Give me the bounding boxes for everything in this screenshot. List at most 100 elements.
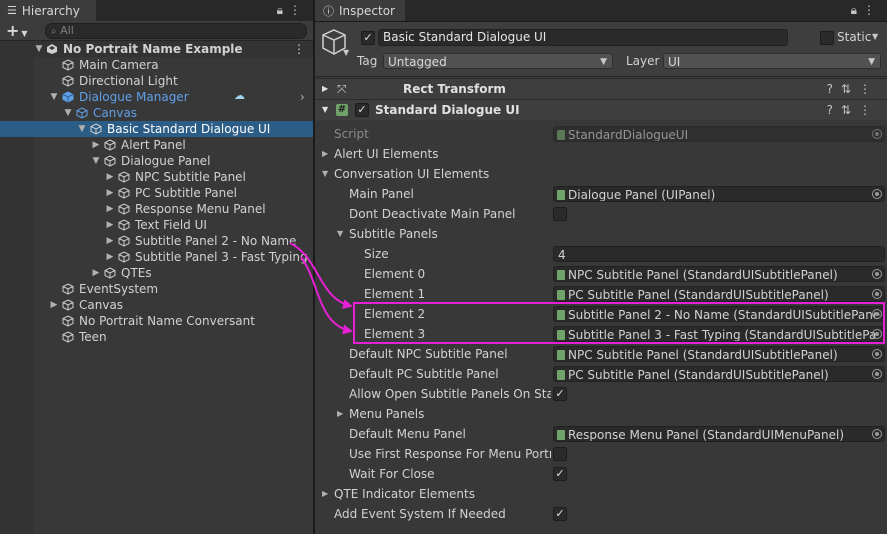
component-menu[interactable]: ?⇅⋮ — [827, 79, 879, 99]
property-label[interactable]: Conversation UI Elements — [334, 164, 551, 184]
expand-down-arrow-icon[interactable]: ▼ — [34, 41, 44, 57]
chevron-down-icon[interactable]: ▼ — [343, 48, 349, 57]
hierarchy-item-no-portrait-name-conversant[interactable]: No Portrait Name Conversant — [0, 313, 313, 329]
hierarchy-item-basic-standard-dialogue-ui[interactable]: ▼ Basic Standard Dialogue UI — [0, 121, 313, 137]
hierarchy-item-subtitle-panel-3-fast-typing[interactable]: ▶ Subtitle Panel 3 - Fast Typing — [0, 249, 313, 265]
expand-right-arrow-icon[interactable]: ▶ — [49, 297, 59, 313]
object-picker-icon[interactable] — [872, 349, 882, 359]
object-picker-icon[interactable] — [872, 189, 882, 199]
hierarchy-item-dialogue-panel[interactable]: ▼ Dialogue Panel — [0, 153, 313, 169]
create-button[interactable]: + ▼ — [6, 21, 28, 40]
object-field[interactable]: PC Subtitle Panel (StandardUISubtitlePan… — [553, 366, 885, 382]
expand-right-arrow-icon[interactable]: ▶ — [91, 137, 101, 153]
gameobject-cube-icon — [62, 299, 74, 311]
object-field[interactable]: NPC Subtitle Panel (StandardUISubtitlePa… — [553, 346, 885, 362]
object-field[interactable]: PC Subtitle Panel (StandardUISubtitlePan… — [553, 286, 885, 302]
component-menu[interactable]: ?⇅⋮ — [827, 100, 879, 120]
prefab-cube-icon — [76, 107, 88, 119]
inspector-tab[interactable]: ⓘ Inspector — [315, 0, 405, 21]
object-field-value: Response Menu Panel (StandardUIMenuPanel… — [568, 428, 844, 442]
object-picker-icon[interactable] — [872, 369, 882, 379]
object-field[interactable]: NPC Subtitle Panel (StandardUISubtitlePa… — [553, 266, 885, 282]
hierarchy-item-dialogue-manager[interactable]: ▼ Dialogue Manager ☁ › — [0, 89, 313, 105]
kebab-menu-icon[interactable]: ⋮ — [293, 41, 305, 57]
lock-icon[interactable]: 🔒︎ — [277, 3, 289, 17]
static-dropdown-icon[interactable]: ▼ — [872, 32, 878, 41]
lock-icon[interactable]: 🔒︎ — [851, 3, 863, 17]
hierarchy-item-label: Dialogue Panel — [121, 154, 211, 168]
foldout-arrow-icon[interactable]: ▼ — [337, 224, 343, 244]
hierarchy-item-response-menu-panel[interactable]: ▶ Response Menu Panel — [0, 201, 313, 217]
kebab-menu-icon[interactable]: ⋮ — [859, 103, 879, 117]
expand-right-arrow-icon[interactable]: ▶ — [105, 233, 115, 249]
expand-down-arrow-icon[interactable]: ▼ — [49, 89, 59, 105]
expand-down-arrow-icon[interactable]: ▼ — [91, 153, 101, 169]
expand-down-arrow-icon[interactable]: ▼ — [77, 121, 87, 137]
expand-right-arrow-icon[interactable]: ▶ — [105, 201, 115, 217]
property-label[interactable]: QTE Indicator Elements — [334, 484, 551, 504]
expand-right-arrow-icon[interactable]: ▶ — [105, 185, 115, 201]
hierarchy-item-no-portrait-name-example[interactable]: ▼ No Portrait Name Example ⋮ — [0, 41, 313, 57]
object-field[interactable]: Response Menu Panel (StandardUIMenuPanel… — [553, 426, 885, 442]
hierarchy-tab-menu[interactable]: 🔒︎⋮ — [277, 3, 307, 18]
property-toggle[interactable]: ✓ — [553, 467, 567, 481]
rect-transform-header[interactable]: ▶ ⤧ Rect Transform ?⇅⋮ — [315, 78, 887, 99]
hierarchy-item-directional-light[interactable]: Directional Light — [0, 73, 313, 89]
property-label[interactable]: Alert UI Elements — [334, 144, 551, 164]
property-toggle[interactable] — [553, 207, 567, 221]
property-toggle[interactable]: ✓ — [553, 507, 567, 521]
hierarchy-item-eventsystem[interactable]: EventSystem — [0, 281, 313, 297]
hierarchy-item-alert-panel[interactable]: ▶ Alert Panel — [0, 137, 313, 153]
hierarchy-item-npc-subtitle-panel[interactable]: ▶ NPC Subtitle Panel — [0, 169, 313, 185]
expand-right-arrow-icon[interactable]: ▶ — [105, 169, 115, 185]
object-picker-icon[interactable] — [872, 289, 882, 299]
static-toggle[interactable] — [820, 31, 834, 45]
expand-right-arrow-icon[interactable]: ▶ — [105, 249, 115, 265]
property-row-conversation-ui-elements: ▼ Conversation UI Elements — [315, 164, 887, 184]
property-label: Element 0 — [364, 267, 426, 281]
object-picker-icon[interactable] — [872, 269, 882, 279]
hierarchy-tab[interactable]: ☰ Hierarchy — [0, 0, 96, 21]
tag-dropdown[interactable]: Untagged ▼ — [383, 53, 613, 69]
foldout-arrow-icon[interactable]: ▶ — [322, 484, 328, 504]
object-name-field[interactable]: Basic Standard Dialogue UI — [378, 29, 788, 46]
foldout-arrow-icon[interactable]: ▶ — [337, 404, 343, 424]
chevron-right-icon[interactable]: › — [300, 89, 305, 105]
property-label[interactable]: Menu Panels — [349, 404, 551, 424]
property-toggle[interactable]: ✓ — [553, 387, 567, 401]
foldout-arrow-icon[interactable]: ▶ — [322, 144, 328, 164]
property-label: Size — [364, 247, 389, 261]
expand-right-arrow-icon[interactable]: ▶ — [105, 217, 115, 233]
object-field[interactable]: Dialogue Panel (UIPanel) — [553, 186, 885, 202]
hierarchy-item-qtes[interactable]: ▶ QTEs — [0, 265, 313, 281]
hierarchy-item-canvas[interactable]: ▼ Canvas — [0, 105, 313, 121]
help-icon[interactable]: ? — [827, 103, 841, 117]
unity-scene-icon — [47, 44, 57, 54]
hierarchy-item-teen[interactable]: Teen — [0, 329, 313, 345]
property-row-qte-indicator-elements: ▶ QTE Indicator Elements — [315, 484, 887, 504]
help-icon[interactable]: ? — [827, 82, 841, 96]
hierarchy-item-canvas[interactable]: ▶ Canvas — [0, 297, 313, 313]
hierarchy-item-subtitle-panel-2-no-name[interactable]: ▶ Subtitle Panel 2 - No Name — [0, 233, 313, 249]
kebab-menu-icon[interactable]: ⋮ — [863, 3, 881, 17]
kebab-menu-icon[interactable]: ⋮ — [289, 3, 307, 17]
hierarchy-item-pc-subtitle-panel[interactable]: ▶ PC Subtitle Panel — [0, 185, 313, 201]
search-input[interactable]: ⌕ All — [45, 23, 307, 39]
object-picker-icon[interactable] — [872, 429, 882, 439]
standard-dialogue-ui-header[interactable]: ▼ # ✓ Standard Dialogue UI ?⇅⋮ — [315, 99, 887, 120]
layer-dropdown[interactable]: UI ▼ — [663, 53, 881, 69]
expand-right-arrow-icon[interactable]: ▶ — [91, 265, 101, 281]
property-toggle[interactable] — [553, 447, 567, 461]
inspector-tab-menu[interactable]: 🔒︎⋮ — [851, 3, 881, 18]
size-field[interactable]: 4 — [553, 246, 885, 262]
expand-down-arrow-icon[interactable]: ▼ — [63, 105, 73, 121]
kebab-menu-icon[interactable]: ⋮ — [859, 82, 879, 96]
hierarchy-item-text-field-ui[interactable]: ▶ Text Field UI — [0, 217, 313, 233]
property-label[interactable]: Subtitle Panels — [349, 224, 551, 244]
active-toggle[interactable]: ✓ — [361, 31, 375, 45]
foldout-arrow-icon[interactable]: ▼ — [322, 164, 328, 184]
component-enabled-toggle[interactable]: ✓ — [355, 103, 369, 117]
hierarchy-item-main-camera[interactable]: Main Camera — [0, 57, 313, 73]
preset-icon[interactable]: ⇅ — [841, 82, 859, 96]
preset-icon[interactable]: ⇅ — [841, 103, 859, 117]
